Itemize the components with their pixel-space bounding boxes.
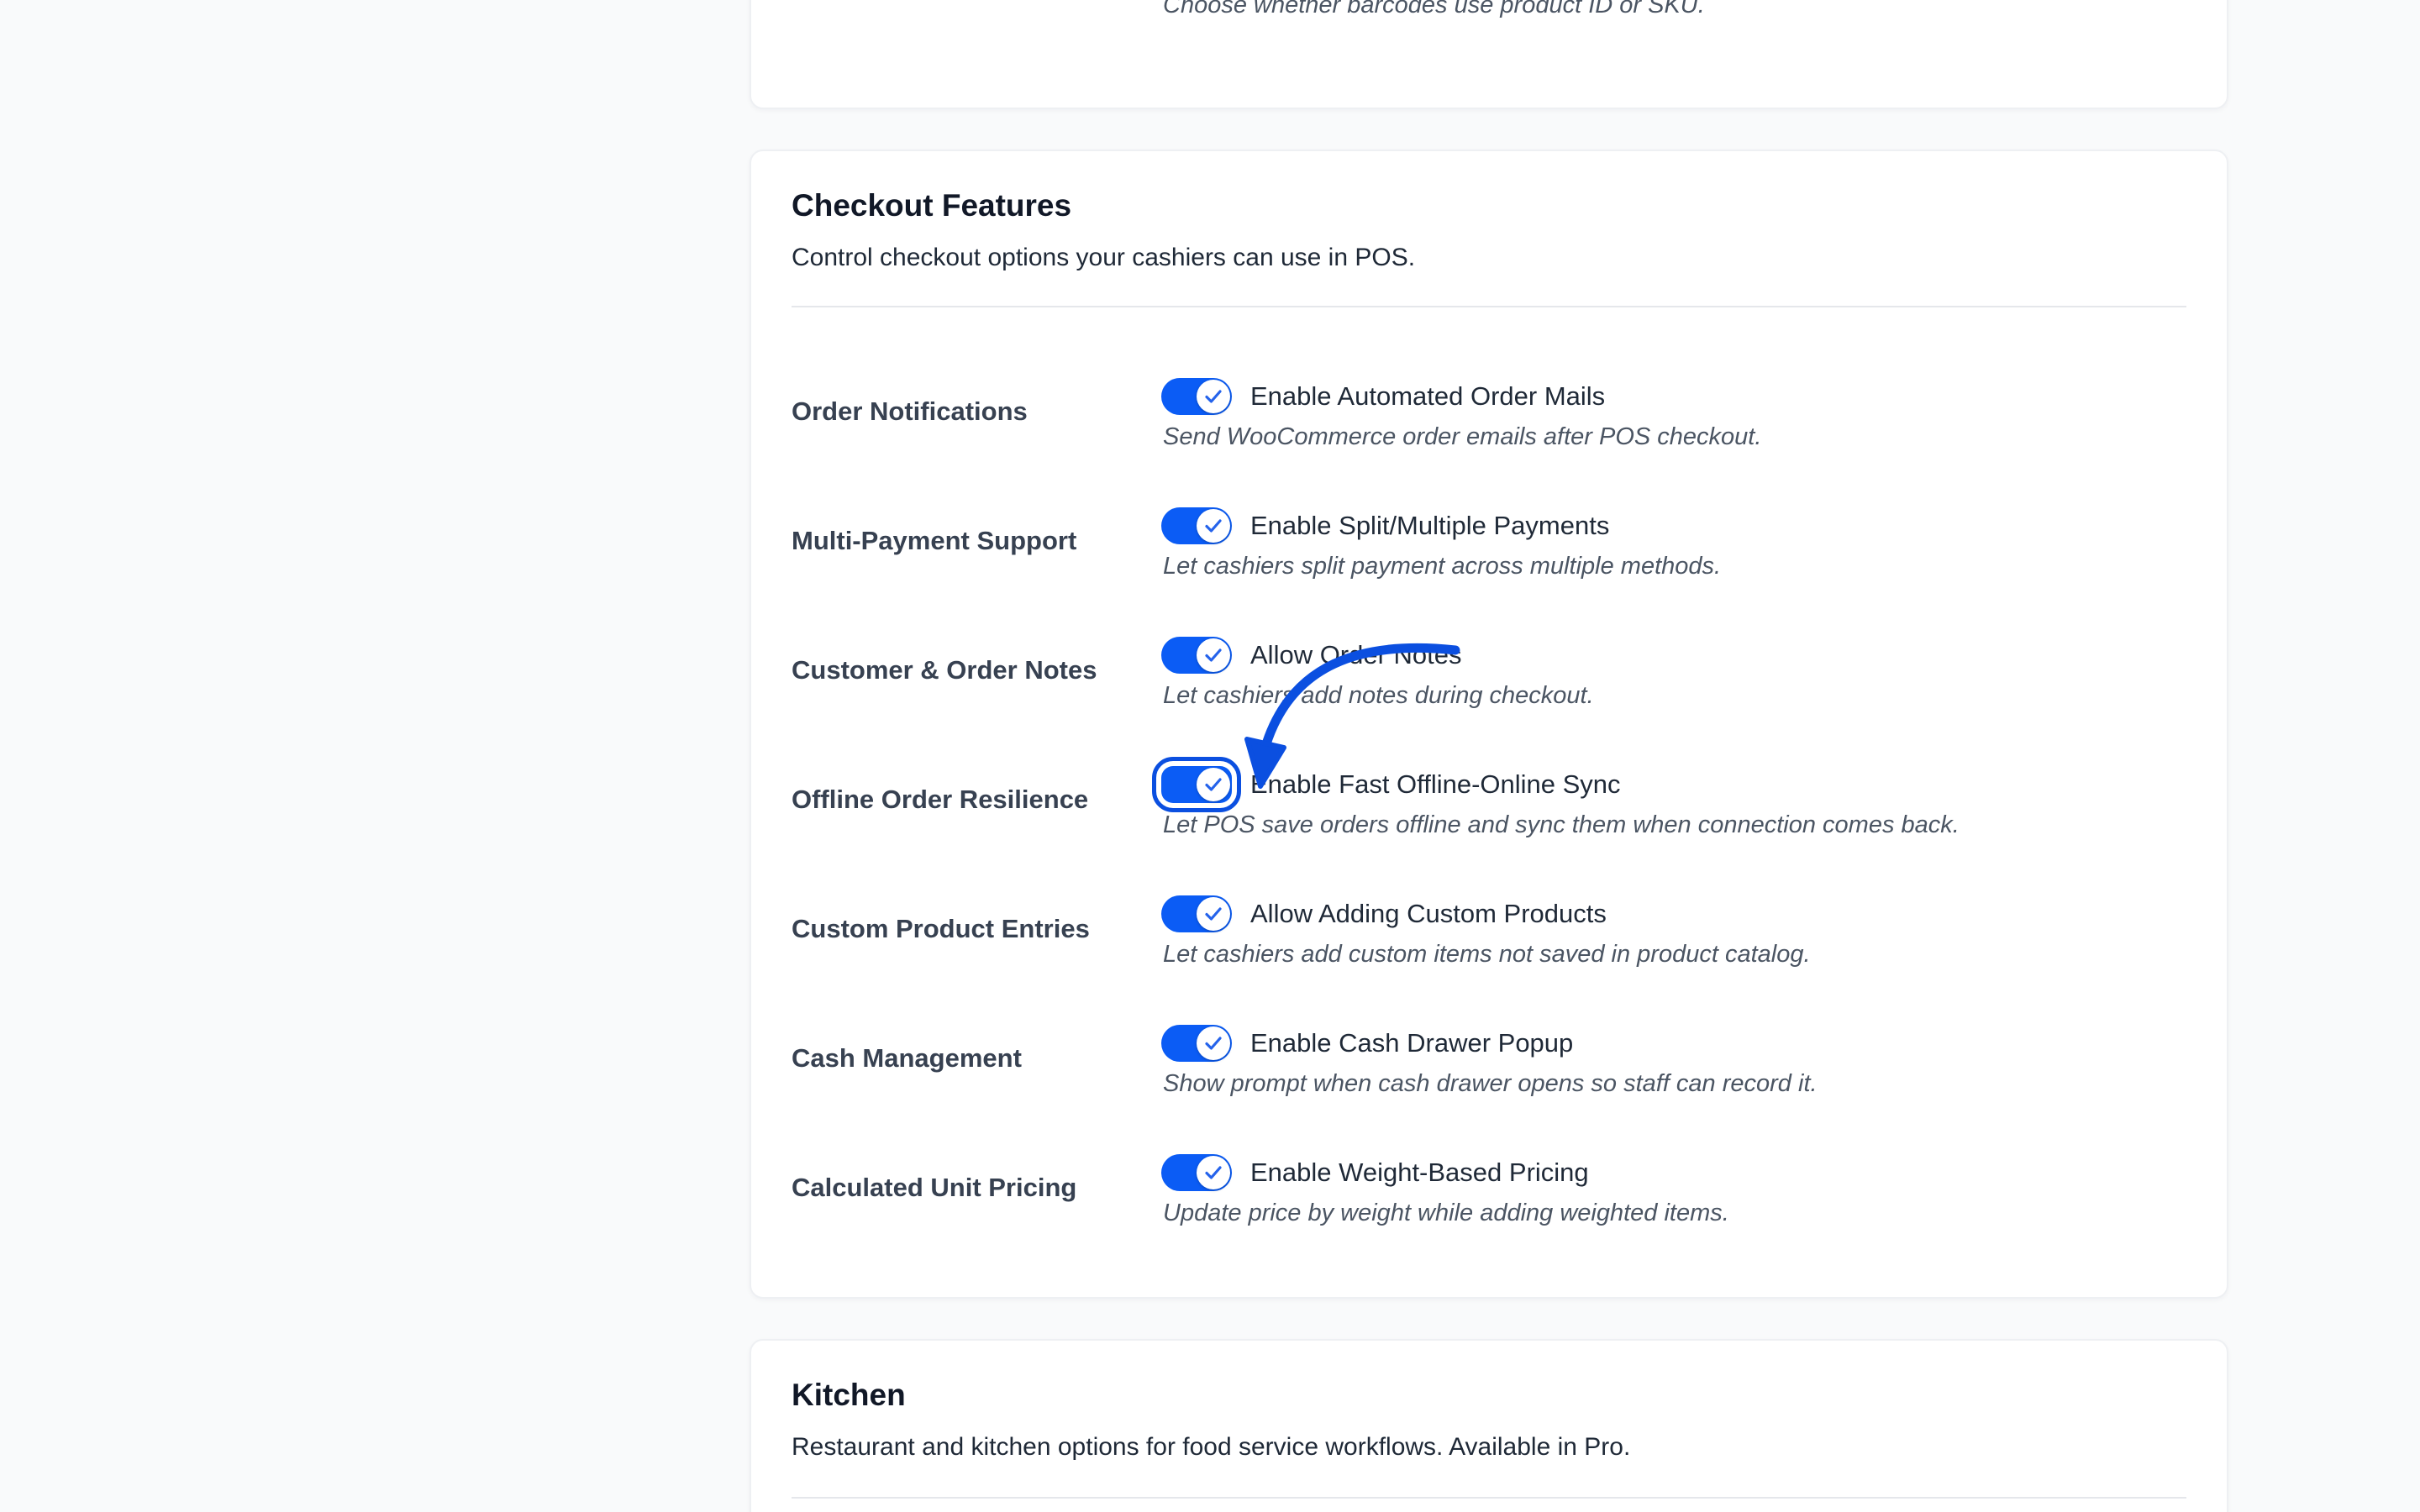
checkmark-icon — [1205, 778, 1222, 791]
checkmark-icon — [1205, 1166, 1222, 1179]
checkout-features-card: Checkout Features Control checkout optio… — [750, 150, 2228, 1299]
weight-pricing-help-text: Update price by weight while adding weig… — [1163, 1200, 1729, 1226]
checkout-features-title: Checkout Features — [792, 188, 1072, 223]
setting-row-custom-products: Custom Product Entries Allow Adding Cust… — [751, 895, 2227, 988]
setting-label: Multi-Payment Support — [792, 526, 1077, 555]
offline-sync-option-label[interactable]: Enable Fast Offline-Online Sync — [1250, 766, 1621, 803]
barcode-helper-text: Choose whether barcodes use product ID o… — [1163, 0, 1705, 18]
custom-products-help-text: Let cashiers add custom items not saved … — [1163, 941, 1811, 968]
checkmark-icon — [1205, 648, 1222, 662]
setting-label: Customer & Order Notes — [792, 655, 1097, 685]
cash-drawer-option-label[interactable]: Enable Cash Drawer Popup — [1250, 1025, 1573, 1062]
cash-drawer-toggle[interactable] — [1161, 1025, 1232, 1062]
kitchen-card: Kitchen Restaurant and kitchen options f… — [750, 1339, 2228, 1512]
setting-label: Calculated Unit Pricing — [792, 1173, 1077, 1202]
weight-pricing-option-label[interactable]: Enable Weight-Based Pricing — [1250, 1154, 1589, 1191]
custom-products-option-label[interactable]: Allow Adding Custom Products — [1250, 895, 1607, 932]
order-notes-option-label[interactable]: Allow Order Notes — [1250, 637, 1462, 674]
barcode-settings-card: Choose whether barcodes use product ID o… — [750, 0, 2228, 109]
setting-label: Offline Order Resilience — [792, 785, 1089, 814]
checkmark-icon — [1205, 519, 1222, 533]
setting-label: Order Notifications — [792, 396, 1028, 426]
custom-products-toggle[interactable] — [1161, 895, 1232, 932]
checkmark-icon — [1205, 390, 1222, 403]
toggle-knob — [1197, 768, 1230, 801]
order-notes-help-text: Let cashiers add notes during checkout. — [1163, 682, 1594, 709]
setting-row-unit-pricing: Calculated Unit Pricing Enable Weight-Ba… — [751, 1154, 2227, 1247]
order-mails-toggle[interactable] — [1161, 378, 1232, 415]
toggle-knob — [1197, 1156, 1230, 1189]
section-divider — [792, 1497, 2186, 1499]
setting-row-order-notifications: Order Notifications Enable Automated Ord… — [751, 378, 2227, 470]
setting-label: Cash Management — [792, 1043, 1022, 1073]
toggle-knob — [1197, 897, 1230, 931]
setting-row-multi-payment: Multi-Payment Support Enable Split/Multi… — [751, 507, 2227, 600]
section-divider — [792, 306, 2186, 307]
offline-sync-help-text: Let POS save orders offline and sync the… — [1163, 811, 1960, 838]
checkout-features-description: Control checkout options your cashiers c… — [792, 244, 1416, 271]
offline-sync-toggle[interactable] — [1152, 757, 1241, 812]
kitchen-description: Restaurant and kitchen options for food … — [792, 1433, 1631, 1461]
order-mails-help-text: Send WooCommerce order emails after POS … — [1163, 423, 1762, 450]
setting-label: Custom Product Entries — [792, 914, 1090, 943]
toggle-knob — [1197, 638, 1230, 672]
split-payments-option-label[interactable]: Enable Split/Multiple Payments — [1250, 507, 1609, 544]
toggle-knob — [1197, 509, 1230, 543]
split-payments-help-text: Let cashiers split payment across multip… — [1163, 553, 1722, 580]
checkmark-icon — [1205, 907, 1222, 921]
order-mails-option-label[interactable]: Enable Automated Order Mails — [1250, 378, 1605, 415]
weight-pricing-toggle[interactable] — [1161, 1154, 1232, 1191]
setting-row-order-notes: Customer & Order Notes Allow Order Notes… — [751, 637, 2227, 729]
kitchen-title: Kitchen — [792, 1378, 906, 1412]
setting-row-cash-management: Cash Management Enable Cash Drawer Popup… — [751, 1025, 2227, 1117]
order-notes-toggle[interactable] — [1161, 637, 1232, 674]
split-payments-toggle[interactable] — [1161, 507, 1232, 544]
setting-row-offline-resilience: Offline Order Resilience Enable Fast Off… — [751, 757, 2227, 858]
checkmark-icon — [1205, 1037, 1222, 1050]
cash-drawer-help-text: Show prompt when cash drawer opens so st… — [1163, 1070, 1818, 1097]
toggle-knob — [1197, 380, 1230, 413]
toggle-knob — [1197, 1026, 1230, 1060]
